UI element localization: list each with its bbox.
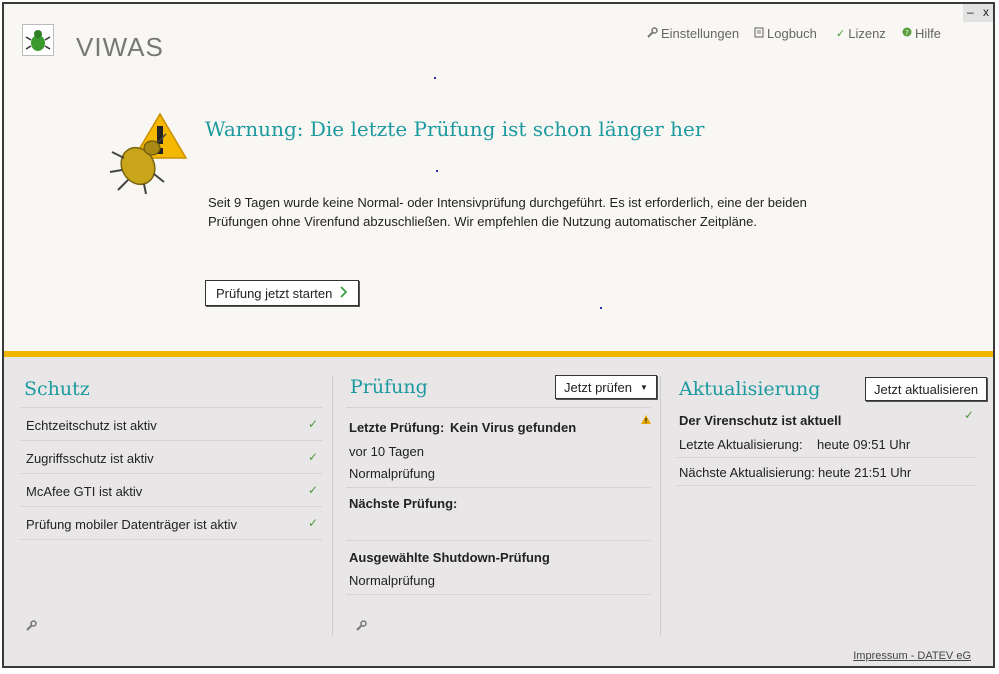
shutdown-scan-type: Normalprüfung [349, 573, 435, 588]
pruefung-title: Prüfung [350, 376, 428, 398]
last-scan-when: vor 10 Tagen [349, 444, 424, 459]
schutz-item: Zugriffsschutz ist aktiv [26, 451, 154, 466]
divider [20, 539, 322, 540]
chevron-right-icon [340, 285, 348, 301]
check-icon: ✓ [964, 408, 975, 422]
bug-warning-icon [108, 112, 192, 196]
check-icon: ✓ [308, 483, 319, 497]
schutz-title: Schutz [24, 378, 90, 400]
update-now-label: Jetzt aktualisieren [874, 381, 979, 397]
divider [346, 407, 651, 408]
divider [20, 473, 322, 474]
column-divider [660, 376, 661, 636]
divider [676, 457, 976, 458]
aktualisierung-title: Aktualisierung [679, 378, 821, 400]
warning-text: Seit 9 Tagen wurde keine Normal- oder In… [208, 195, 807, 229]
scan-now-label: Jetzt prüfen [564, 379, 632, 395]
decorative-dot [434, 77, 436, 79]
decorative-dot [600, 307, 602, 309]
shutdown-scan-label: Ausgewählte Shutdown-Prüfung [349, 550, 550, 565]
notebook-icon [754, 26, 764, 41]
nav-label: Einstellungen [661, 26, 740, 41]
nav-hilfe[interactable]: ? Hilfe [902, 26, 941, 41]
minimize-button[interactable]: – [967, 5, 974, 19]
app-logo-icon [22, 24, 54, 56]
divider [20, 407, 322, 408]
next-scan-label: Nächste Prüfung: [349, 496, 458, 511]
warning-title: Warnung: Die letzte Prüfung ist schon lä… [205, 117, 705, 141]
app-title: VIWAS [76, 32, 164, 62]
warning-icon [641, 415, 651, 427]
start-scan-label: Prüfung jetzt starten [216, 285, 333, 301]
check-icon: ✓ [308, 516, 319, 530]
close-button[interactable]: x [983, 5, 989, 19]
nav-label: Hilfe [915, 26, 942, 41]
schutz-settings-icon[interactable] [26, 620, 37, 634]
help-icon: ? [902, 27, 912, 40]
schutz-item: Prüfung mobiler Datenträger ist aktiv [26, 517, 237, 532]
check-icon: ✓ [308, 450, 319, 464]
divider [20, 440, 322, 441]
window-controls[interactable]: – x [963, 4, 993, 22]
nav-label: Lizenz [848, 26, 886, 41]
divider [346, 487, 651, 488]
scan-now-button[interactable]: Jetzt prüfen ▼ [555, 375, 657, 399]
schutz-item: Echtzeitschutz ist aktiv [26, 418, 157, 433]
impressum-link[interactable]: Impressum - DATEV eG [853, 650, 971, 662]
update-now-button[interactable]: Jetzt aktualisieren [865, 377, 988, 401]
schutz-item: McAfee GTI ist aktiv [26, 484, 143, 499]
divider [20, 506, 322, 507]
divider [346, 594, 651, 595]
svg-text:?: ? [905, 29, 909, 37]
status-panel [4, 357, 993, 666]
last-scan-label: Letzte Prüfung: [349, 420, 445, 435]
last-update-label: Letzte Aktualisierung: [679, 437, 803, 452]
column-divider [332, 376, 333, 636]
nav-logbuch[interactable]: Logbuch [754, 26, 817, 41]
start-scan-button[interactable]: Prüfung jetzt starten [205, 280, 360, 306]
main-window: – x VIWAS Einstellungen Logbuch ✓ Lizenz… [2, 2, 995, 668]
nav-label: Logbuch [767, 26, 817, 41]
check-icon: ✓ [836, 28, 846, 40]
next-update-value: heute 21:51 Uhr [818, 465, 912, 480]
nav-einstellungen[interactable]: Einstellungen [647, 26, 739, 41]
nav-lizenz[interactable]: ✓ Lizenz [836, 26, 886, 41]
pruefung-settings-icon[interactable] [356, 620, 367, 634]
divider [676, 485, 976, 486]
last-update-value: heute 09:51 Uhr [817, 437, 911, 452]
check-icon: ✓ [308, 417, 319, 431]
next-update-label: Nächste Aktualisierung: [679, 465, 815, 480]
last-scan-result: Kein Virus gefunden [450, 420, 577, 435]
last-scan-type: Normalprüfung [349, 466, 435, 481]
divider [346, 540, 651, 541]
decorative-dot [436, 170, 438, 172]
wrench-icon [647, 26, 658, 41]
dropdown-arrow-icon[interactable]: ▼ [640, 383, 648, 392]
update-status: Der Virenschutz ist aktuell [679, 413, 842, 428]
